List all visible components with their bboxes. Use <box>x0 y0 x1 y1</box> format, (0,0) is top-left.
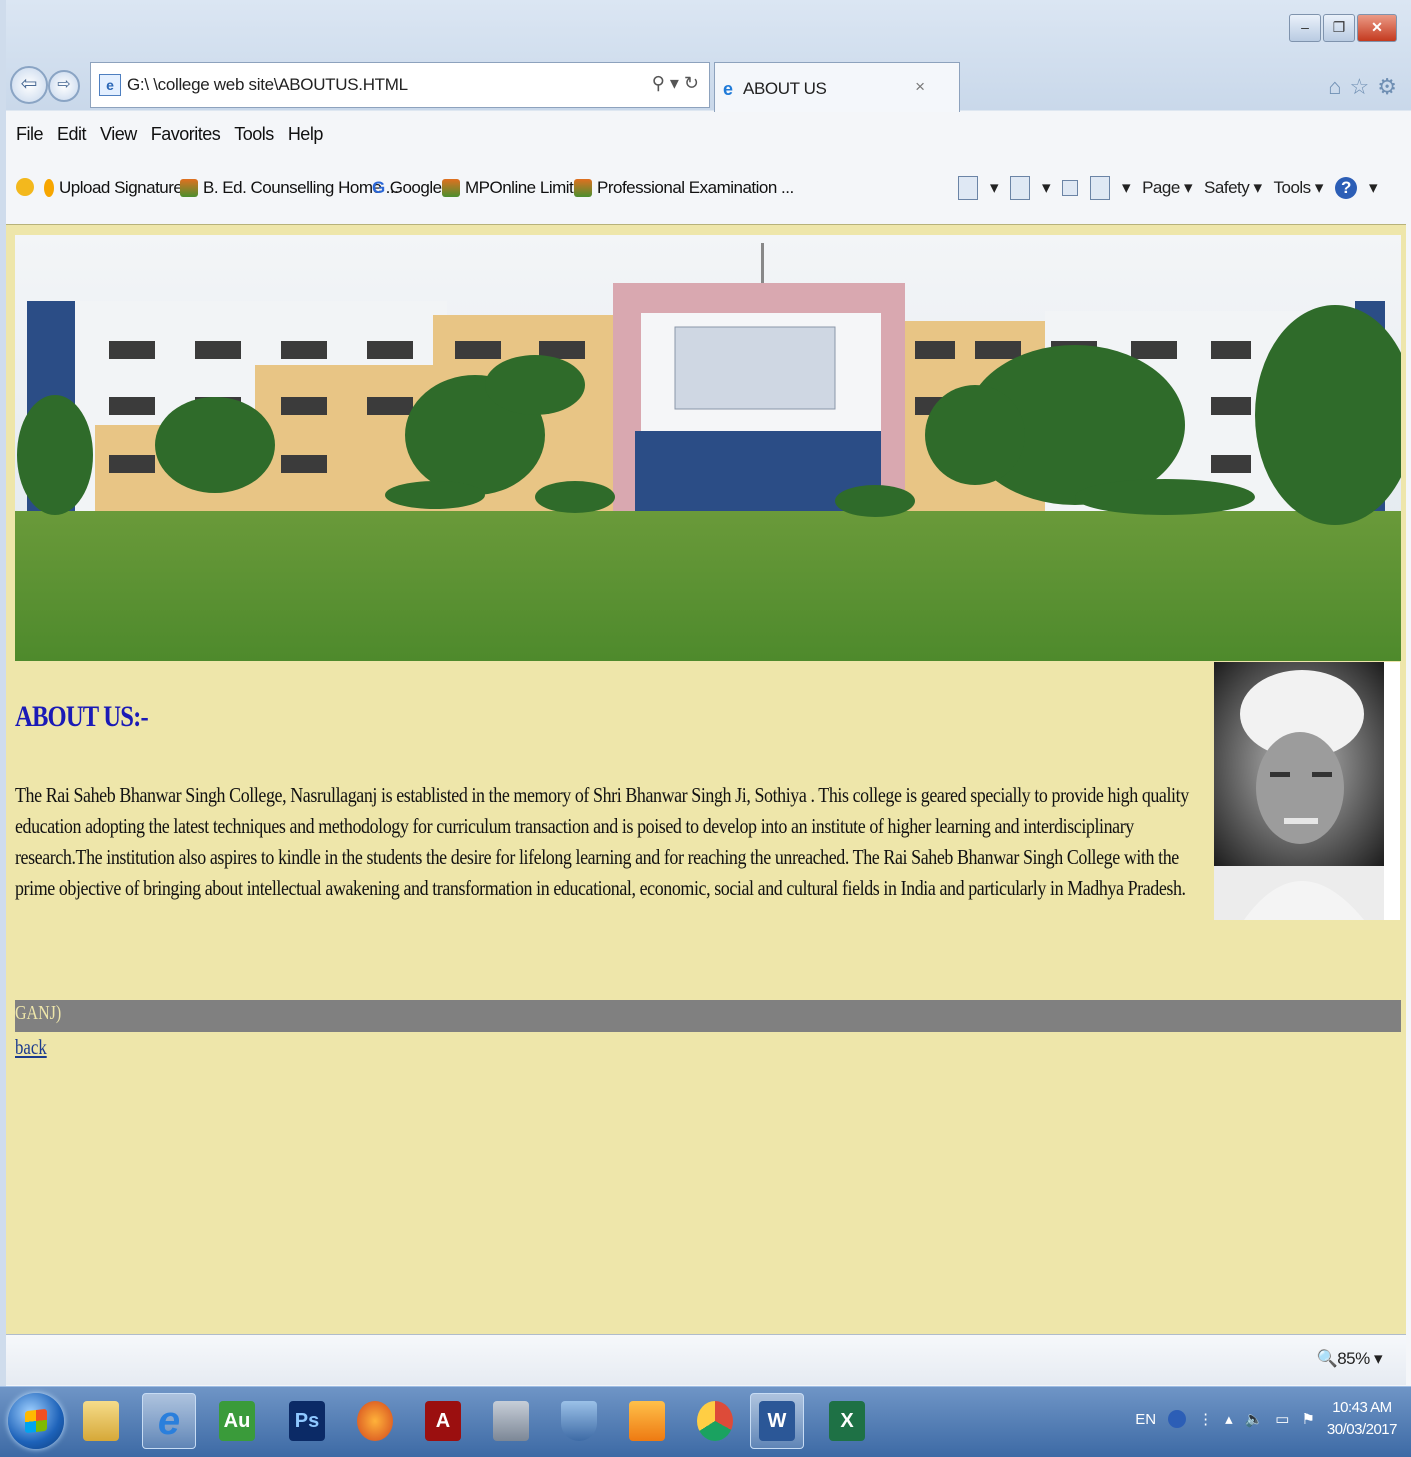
clock-date: 30/03/2017 <box>1326 1421 1398 1438</box>
firefox-icon <box>357 1401 393 1441</box>
college-banner-image <box>15 235 1401 661</box>
taskbar-explorer[interactable] <box>74 1393 128 1449</box>
forward-button[interactable]: ⇨ <box>48 70 80 102</box>
menu-file[interactable]: File <box>16 124 44 145</box>
device-icon <box>493 1401 529 1441</box>
read-mail-icon[interactable] <box>1062 180 1079 196</box>
taskbar-chrome[interactable] <box>688 1393 742 1449</box>
show-hidden-icon[interactable]: ▴ <box>1225 1410 1233 1428</box>
taskbar-excel[interactable]: X <box>820 1393 874 1449</box>
back-button[interactable]: ⇦ <box>10 66 48 104</box>
status-bar: 🔍85% ▾ <box>6 1334 1406 1385</box>
command-bar: ▾ ▾ ▾ Page ▾ Safety ▾ Tools ▾ ? ▾ <box>957 176 1378 200</box>
taskbar-shield-app[interactable] <box>552 1393 606 1449</box>
settings-gear-icon[interactable]: ⚙ <box>1377 74 1397 100</box>
page-menu[interactable]: Page ▾ <box>1142 178 1192 198</box>
taskbar-firefox[interactable] <box>348 1393 402 1449</box>
folder-icon <box>83 1401 119 1441</box>
favorites-star-icon[interactable]: ☆ <box>1350 74 1370 100</box>
address-url: G:\ \college web site\ABOUTUS.HTML <box>127 75 408 94</box>
taskbar-acrobat[interactable]: A <box>416 1393 470 1449</box>
menu-view[interactable]: View <box>100 124 137 145</box>
feeds-icon[interactable] <box>1009 176 1030 200</box>
uc-browser-icon <box>629 1401 665 1441</box>
display-icon[interactable]: ▭ <box>1275 1410 1289 1428</box>
tools-menu[interactable]: Tools ▾ <box>1274 178 1324 198</box>
minimize-button[interactable]: – <box>1289 14 1321 42</box>
home-dropdown-icon[interactable] <box>957 176 978 200</box>
about-us-heading: ABOUT US:- <box>15 700 149 733</box>
clock-time: 10:43 AM <box>1332 1399 1392 1416</box>
start-button[interactable] <box>8 1393 64 1449</box>
help-icon[interactable]: ? <box>1334 177 1357 199</box>
taskbar-internet-explorer[interactable]: e <box>142 1393 196 1449</box>
taskbar-word[interactable]: W <box>750 1393 804 1449</box>
zoom-level[interactable]: 🔍85% ▾ <box>1317 1349 1383 1369</box>
upload-icon <box>44 179 54 197</box>
shield-icon <box>561 1401 597 1441</box>
excel-icon: X <box>829 1401 865 1441</box>
favorite-bed-counselling[interactable]: B. Ed. Counselling Home ... <box>180 178 399 198</box>
help-tray-icon[interactable] <box>1168 1410 1187 1428</box>
menu-tools[interactable]: Tools <box>234 124 274 145</box>
safety-menu[interactable]: Safety ▾ <box>1204 178 1262 198</box>
page-icon: e <box>99 74 121 96</box>
chrome-icon <box>697 1401 733 1441</box>
favorite-professional-examination[interactable]: Professional Examination ... <box>574 178 794 198</box>
window-controls: – ❐ ✕ <box>1289 14 1397 42</box>
mponline-icon <box>442 179 460 197</box>
about-us-paragraph: The Rai Saheb Bhanwar Singh College, Nas… <box>15 783 1189 900</box>
browser-right-icons: ⌂ ☆ ⚙ <box>1328 74 1397 100</box>
page-content: ABOUT US:- The Rai Saheb Bhanwar Singh C… <box>6 224 1406 1335</box>
taskbar-app-green[interactable]: Au <box>210 1393 264 1449</box>
address-bar[interactable]: e G:\ \college web site\ABOUTUS.HTML ⚲ ▾… <box>90 62 710 108</box>
menu-edit[interactable]: Edit <box>57 124 87 145</box>
close-tab-icon[interactable]: × <box>915 77 925 97</box>
acrobat-icon: A <box>425 1401 461 1441</box>
network-icon[interactable]: ⋮ <box>1198 1410 1213 1428</box>
favorite-google[interactable]: G Google <box>372 178 442 198</box>
taskbar-photoshop[interactable]: Ps <box>280 1393 334 1449</box>
word-icon: W <box>759 1401 795 1441</box>
internet-explorer-icon: e <box>723 79 734 99</box>
action-center-flag-icon[interactable]: ⚑ <box>1301 1410 1314 1428</box>
menu-bar: File Edit View Favorites Tools Help <box>16 124 323 145</box>
maximize-button[interactable]: ❐ <box>1323 14 1355 42</box>
google-icon: G <box>372 178 385 197</box>
home-icon[interactable]: ⌂ <box>1328 74 1341 100</box>
photoshop-icon: Ps <box>289 1401 325 1441</box>
favorites-star-icon[interactable] <box>16 178 34 196</box>
system-tray: EN ⋮ ▴ 🔈 ▭ ⚑ 10:43 AM 30/03/2017 <box>1135 1397 1397 1441</box>
favorite-mponline[interactable]: MPOnline Limited <box>442 178 592 198</box>
founder-portrait-image <box>1214 662 1400 920</box>
mponline-icon <box>574 179 592 197</box>
app-icon: Au <box>219 1401 255 1441</box>
search-refresh-icons[interactable]: ⚲ ▾ ↻ <box>652 73 699 94</box>
footer-text: GANJ) <box>15 1002 62 1024</box>
taskbar-device-manager[interactable] <box>484 1393 538 1449</box>
close-window-button[interactable]: ✕ <box>1357 14 1397 42</box>
language-indicator[interactable]: EN <box>1135 1411 1156 1428</box>
back-link[interactable]: back <box>15 1035 47 1060</box>
menu-help[interactable]: Help <box>288 124 324 145</box>
taskbar: e Au Ps A W X EN ⋮ ▴ 🔈 ▭ ⚑ 10:43 AM 30/0… <box>0 1386 1411 1457</box>
tab-about-us[interactable]: e ABOUT US × <box>714 62 960 112</box>
internet-explorer-icon: e <box>157 1398 181 1443</box>
menu-favorites[interactable]: Favorites <box>151 124 221 145</box>
print-icon[interactable] <box>1090 176 1111 200</box>
mponline-icon <box>180 179 198 197</box>
tab-title: ABOUT US <box>743 79 827 98</box>
volume-icon[interactable]: 🔈 <box>1245 1410 1264 1428</box>
clock[interactable]: 10:43 AM 30/03/2017 <box>1326 1397 1398 1441</box>
taskbar-uc-browser[interactable] <box>620 1393 674 1449</box>
favorites-bar: Upload Signature B. Ed. Counselling Home… <box>16 172 1401 206</box>
favorite-upload-signature[interactable]: Upload Signature <box>44 178 183 198</box>
footer-bar: GANJ) <box>15 1000 1401 1032</box>
